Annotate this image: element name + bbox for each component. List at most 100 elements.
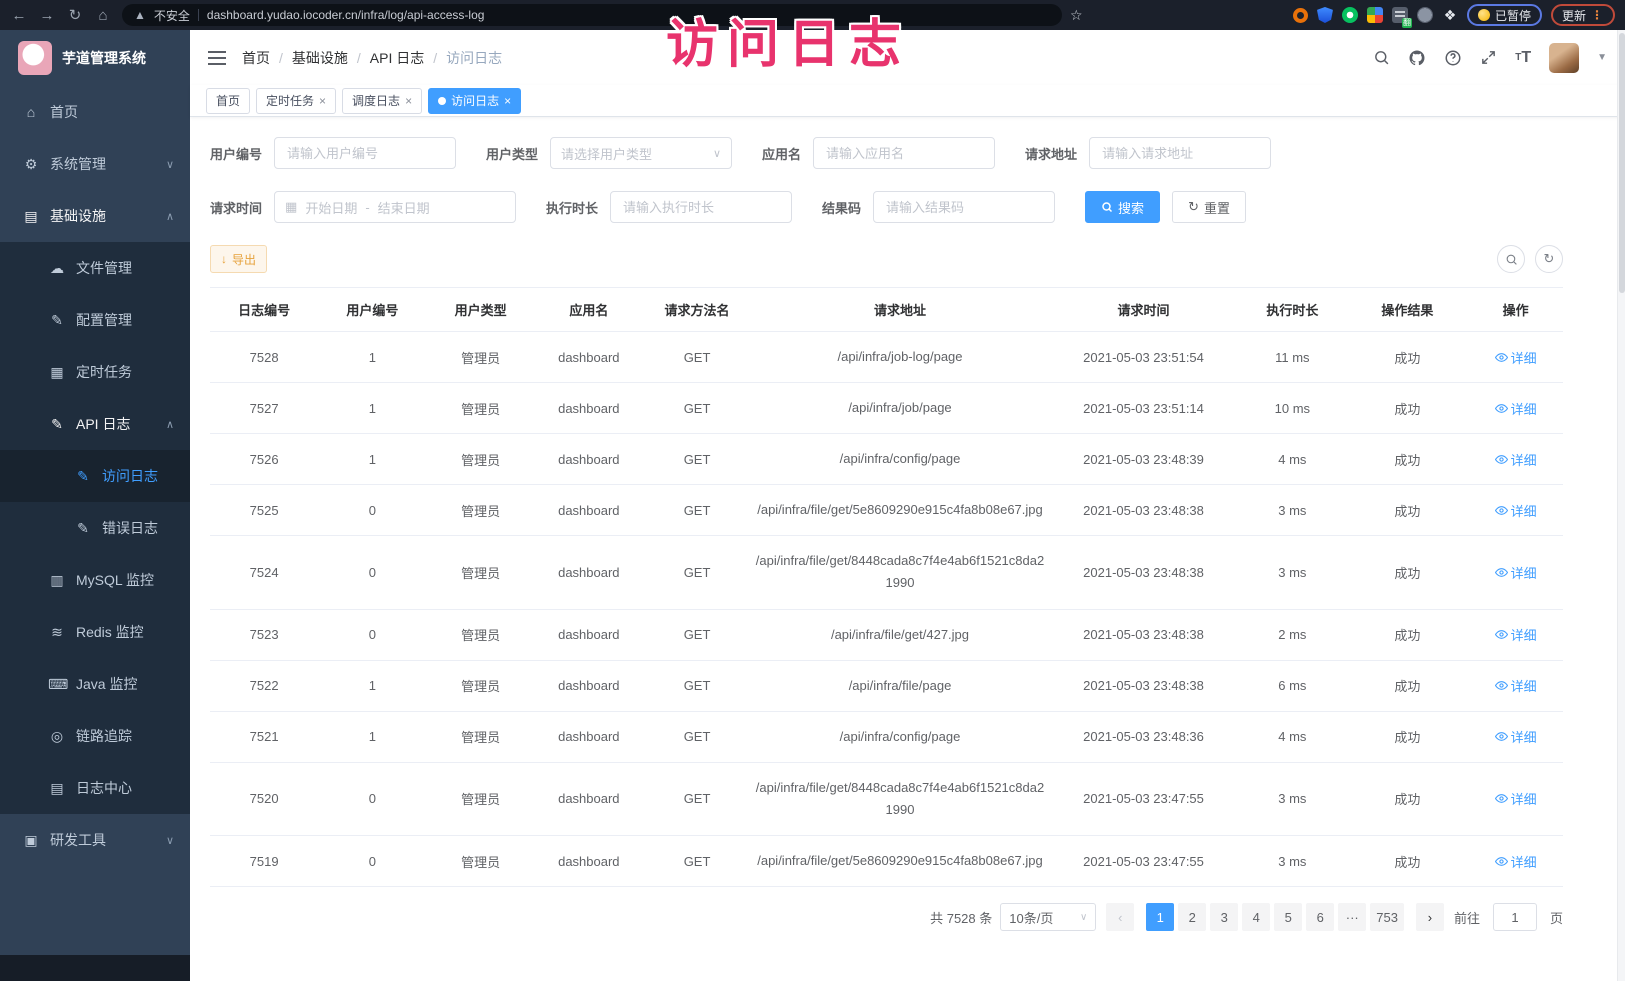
- user-id-input[interactable]: [274, 137, 456, 169]
- eye-icon: [1495, 628, 1508, 641]
- fullscreen-icon[interactable]: [1480, 49, 1497, 66]
- sidebar-item[interactable]: ▦ 定时任务: [0, 346, 190, 398]
- extension-icon[interactable]: [1367, 7, 1383, 23]
- address-bar[interactable]: ▲ 不安全 dashboard.yudao.iocoder.cn/infra/l…: [122, 4, 1062, 26]
- reset-button[interactable]: ↻ 重置: [1172, 191, 1246, 223]
- sidebar-item[interactable]: ▤ 日志中心: [0, 762, 190, 814]
- cell-request-time: 2021-05-03 23:48:38: [1049, 609, 1238, 660]
- scrollbar-thumb[interactable]: [1619, 33, 1625, 293]
- duration-input[interactable]: [610, 191, 792, 223]
- chevron-down-icon[interactable]: ▼: [1597, 52, 1607, 63]
- result-code-input[interactable]: [873, 191, 1055, 223]
- cell-request-time: 2021-05-03 23:48:38: [1049, 536, 1238, 609]
- detail-link[interactable]: 详细: [1495, 399, 1537, 418]
- sidebar-item[interactable]: ✎ API 日志 ∧: [0, 398, 190, 450]
- sidebar-item[interactable]: ⌂ 首页: [0, 86, 190, 138]
- page-button[interactable]: 1: [1146, 903, 1174, 931]
- detail-link[interactable]: 详细: [1495, 852, 1537, 871]
- tab[interactable]: 定时任务 ×: [256, 88, 336, 114]
- sidebar-item[interactable]: ◎ 链路追踪: [0, 710, 190, 762]
- sidebar-item[interactable]: ✎ 错误日志: [0, 502, 190, 554]
- sidebar-item[interactable]: ✎ 访问日志: [0, 450, 190, 502]
- prev-page-button[interactable]: ‹: [1106, 903, 1134, 931]
- date-range-picker[interactable]: ▦ 开始日期 - 结束日期: [274, 191, 516, 223]
- cell-app-name: dashboard: [535, 536, 643, 609]
- page-button[interactable]: ···: [1338, 903, 1366, 931]
- breadcrumb-item[interactable]: API 日志: [370, 48, 424, 68]
- search-icon[interactable]: [1373, 49, 1390, 66]
- next-page-button[interactable]: ›: [1416, 903, 1444, 931]
- extension-icon[interactable]: [1293, 8, 1308, 23]
- translate-extension-icon[interactable]: 翻: [1392, 7, 1408, 23]
- sidebar-item-label: 访问日志: [102, 466, 158, 486]
- tab[interactable]: 调度日志 ×: [342, 88, 422, 114]
- sidebar-item[interactable]: ≋ Redis 监控: [0, 606, 190, 658]
- sidebar-item[interactable]: ⚙ 系统管理 ∨: [0, 138, 190, 190]
- browser-menu-icon[interactable]: ⋮: [1591, 8, 1604, 22]
- user-type-select[interactable]: 请选择用户类型 ∨: [550, 137, 732, 169]
- detail-link[interactable]: 详细: [1495, 676, 1537, 695]
- sidebar-item-label: 链路追踪: [76, 726, 132, 746]
- page-scrollbar[interactable]: [1617, 30, 1625, 981]
- breadcrumb-item[interactable]: 首页: [242, 48, 270, 68]
- close-icon[interactable]: ×: [405, 94, 412, 108]
- cell-request-url: /api/infra/config/page: [751, 434, 1049, 485]
- table-row: 7524 0 管理员 dashboard GET /api/infra/file…: [210, 536, 1563, 609]
- page-button[interactable]: 6: [1306, 903, 1334, 931]
- sidebar-item[interactable]: ▣ 研发工具 ∨: [0, 814, 190, 866]
- browser-reload-icon[interactable]: ↻: [66, 6, 84, 24]
- tab[interactable]: 首页: [206, 88, 250, 114]
- hamburger-icon[interactable]: [208, 57, 226, 59]
- cell-request-url: /api/infra/file/get/5e8609290e915c4fa8b0…: [751, 836, 1049, 887]
- close-icon[interactable]: ×: [319, 94, 326, 108]
- sidebar-item[interactable]: ☁ 文件管理: [0, 242, 190, 294]
- tab[interactable]: 访问日志 ×: [428, 88, 521, 114]
- extension-icon[interactable]: [1417, 7, 1433, 23]
- breadcrumb-item[interactable]: 基础设施: [292, 48, 348, 68]
- refresh-table-button[interactable]: ↻: [1535, 245, 1563, 273]
- close-icon[interactable]: ×: [504, 94, 511, 108]
- detail-link[interactable]: 详细: [1495, 563, 1537, 582]
- access-log-table: 日志编号 用户编号 用户类型 应用名 请求方法名 请求地址 请求时间 执行时长 …: [210, 287, 1563, 887]
- page-button[interactable]: 3: [1210, 903, 1238, 931]
- browser-home-icon[interactable]: ⌂: [94, 7, 112, 24]
- extensions-menu-icon[interactable]: ❖: [1442, 7, 1458, 23]
- toggle-search-button[interactable]: [1497, 245, 1525, 273]
- page-button[interactable]: 5: [1274, 903, 1302, 931]
- sidebar-item[interactable]: ▤ 基础设施 ∧: [0, 190, 190, 242]
- goto-page-input[interactable]: [1493, 903, 1537, 931]
- sidebar-item-label: 日志中心: [76, 778, 132, 798]
- user-avatar[interactable]: [1549, 43, 1579, 73]
- detail-link[interactable]: 详细: [1495, 450, 1537, 469]
- search-button[interactable]: 搜索: [1085, 191, 1160, 223]
- extension-icon[interactable]: [1317, 7, 1333, 23]
- export-button[interactable]: ↓ 导出: [210, 245, 267, 273]
- url-text: dashboard.yudao.iocoder.cn/infra/log/api…: [207, 8, 485, 22]
- breadcrumb: 首页 / 基础设施 / API 日志 / 访问日志: [242, 48, 502, 68]
- bookmark-star-icon[interactable]: ☆: [1070, 7, 1083, 24]
- request-url-input[interactable]: [1089, 137, 1271, 169]
- app-logo-row: 芋道管理系统: [0, 30, 190, 86]
- browser-forward-icon[interactable]: →: [38, 7, 56, 24]
- detail-link[interactable]: 详细: [1495, 501, 1537, 520]
- sidebar-item[interactable]: ⌨ Java 监控: [0, 658, 190, 710]
- export-button-label: 导出: [232, 251, 256, 268]
- browser-back-icon[interactable]: ←: [10, 7, 28, 24]
- page-button[interactable]: 2: [1178, 903, 1206, 931]
- detail-link[interactable]: 详细: [1495, 625, 1537, 644]
- font-size-icon[interactable]: TT: [1515, 49, 1531, 67]
- paused-chip[interactable]: 已暂停: [1467, 4, 1542, 26]
- extension-icon[interactable]: [1342, 7, 1358, 23]
- app-name-input[interactable]: [813, 137, 995, 169]
- update-button[interactable]: 更新 ⋮: [1551, 4, 1615, 26]
- github-icon[interactable]: [1408, 49, 1426, 67]
- detail-link[interactable]: 详细: [1495, 348, 1537, 367]
- page-button[interactable]: 4: [1242, 903, 1270, 931]
- detail-link[interactable]: 详细: [1495, 789, 1537, 808]
- detail-link[interactable]: 详细: [1495, 727, 1537, 746]
- help-icon[interactable]: [1444, 49, 1462, 67]
- sidebar-item[interactable]: ▥ MySQL 监控: [0, 554, 190, 606]
- sidebar-item[interactable]: ✎ 配置管理: [0, 294, 190, 346]
- page-size-select[interactable]: 10条/页 ∨: [1000, 903, 1096, 931]
- page-button[interactable]: 753: [1370, 903, 1404, 931]
